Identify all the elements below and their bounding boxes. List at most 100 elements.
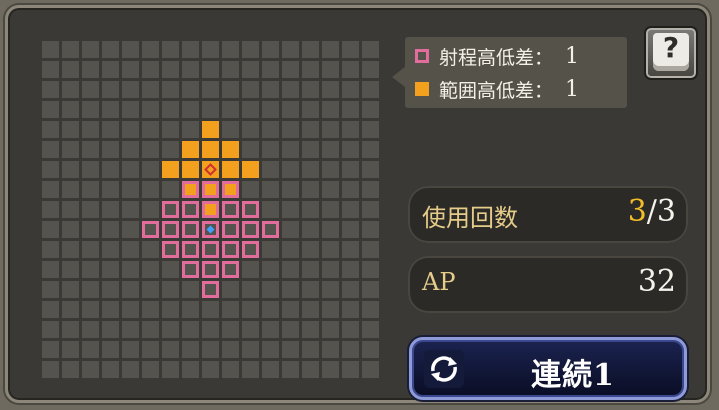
grid-cell bbox=[242, 341, 259, 358]
grid-cell bbox=[282, 121, 299, 138]
grid-cell bbox=[342, 141, 359, 158]
uses-value: 3/3 bbox=[628, 194, 676, 229]
grid-cell bbox=[322, 221, 339, 238]
grid-cell bbox=[82, 41, 99, 58]
grid-cell bbox=[142, 301, 159, 318]
grid-cell bbox=[182, 361, 199, 378]
grid-cell bbox=[202, 41, 219, 58]
grid-cell bbox=[342, 281, 359, 298]
grid-cell bbox=[262, 101, 279, 118]
grid-cell bbox=[242, 181, 259, 198]
grid-cell bbox=[142, 161, 159, 178]
grid-cell bbox=[122, 281, 139, 298]
grid-cell bbox=[82, 221, 99, 238]
grid-cell bbox=[42, 41, 59, 58]
cell-inner bbox=[225, 184, 236, 195]
grid-cell bbox=[82, 101, 99, 118]
grid-cell bbox=[82, 241, 99, 258]
area-cell bbox=[162, 161, 179, 178]
help-button[interactable]: ? bbox=[644, 26, 698, 80]
grid-cell bbox=[102, 101, 119, 118]
cell-inner bbox=[225, 244, 236, 255]
grid-cell bbox=[182, 321, 199, 338]
grid-cell bbox=[42, 61, 59, 78]
grid-cell bbox=[202, 61, 219, 78]
grid-cell bbox=[42, 261, 59, 278]
grid-cell bbox=[122, 81, 139, 98]
grid-cell bbox=[242, 361, 259, 378]
grid-cell bbox=[262, 81, 279, 98]
grid-cell bbox=[82, 261, 99, 278]
cell-inner bbox=[225, 264, 236, 275]
grid-cell bbox=[302, 361, 319, 378]
grid-cell bbox=[322, 101, 339, 118]
grid-cell bbox=[142, 101, 159, 118]
grid-cell bbox=[362, 201, 379, 218]
grid-cell bbox=[102, 281, 119, 298]
grid-cell bbox=[262, 121, 279, 138]
grid-cell bbox=[322, 81, 339, 98]
grid-cell bbox=[182, 41, 199, 58]
grid-cell bbox=[282, 81, 299, 98]
grid-cell bbox=[122, 101, 139, 118]
grid-cell bbox=[122, 321, 139, 338]
range-grid bbox=[42, 41, 379, 378]
grid-cell bbox=[102, 61, 119, 78]
grid-cell bbox=[42, 241, 59, 258]
grid-cell bbox=[162, 361, 179, 378]
range-height-label: 射程高低差： bbox=[439, 46, 554, 69]
grid-cell bbox=[122, 221, 139, 238]
grid-cell bbox=[182, 81, 199, 98]
grid-cell bbox=[62, 281, 79, 298]
grid-cell bbox=[242, 41, 259, 58]
grid-cell bbox=[122, 301, 139, 318]
grid-cell bbox=[282, 361, 299, 378]
grid-cell bbox=[62, 241, 79, 258]
grid-cell bbox=[82, 61, 99, 78]
grid-cell bbox=[282, 341, 299, 358]
grid-cell bbox=[162, 121, 179, 138]
grid-cell bbox=[282, 261, 299, 278]
grid-cell bbox=[362, 321, 379, 338]
range-swatch-icon bbox=[415, 49, 429, 63]
grid-cell bbox=[62, 141, 79, 158]
grid-cell bbox=[182, 341, 199, 358]
skill-info-panel: 射程高低差： 1 範囲高低差： 1 ? 使用回数 3/3 AP 32 連続1 bbox=[5, 5, 710, 403]
area-cell bbox=[222, 141, 239, 158]
grid-cell bbox=[202, 81, 219, 98]
grid-cell bbox=[182, 61, 199, 78]
grid-cell bbox=[242, 101, 259, 118]
grid-cell bbox=[362, 361, 379, 378]
combo-button[interactable]: 連続1 bbox=[409, 337, 687, 400]
grid-cell bbox=[222, 61, 239, 78]
grid-cell bbox=[122, 261, 139, 278]
grid-cell bbox=[282, 201, 299, 218]
grid-cell bbox=[282, 321, 299, 338]
cell-inner bbox=[185, 264, 196, 275]
grid-cell bbox=[242, 81, 259, 98]
grid-cell bbox=[262, 281, 279, 298]
grid-cell bbox=[82, 341, 99, 358]
grid-cell bbox=[122, 241, 139, 258]
grid-cell bbox=[222, 41, 239, 58]
grid-cell bbox=[362, 81, 379, 98]
grid-cell bbox=[42, 121, 59, 138]
grid-cell bbox=[62, 301, 79, 318]
grid-cell bbox=[142, 241, 159, 258]
grid-cell bbox=[162, 81, 179, 98]
grid-cell bbox=[342, 41, 359, 58]
grid-cell bbox=[342, 61, 359, 78]
grid-cell bbox=[82, 281, 99, 298]
grid-cell bbox=[322, 201, 339, 218]
grid-cell bbox=[322, 281, 339, 298]
grid-cell bbox=[362, 141, 379, 158]
cell-inner bbox=[225, 224, 236, 235]
ap-value: 32 bbox=[637, 264, 676, 299]
grid-cell bbox=[302, 241, 319, 258]
grid-cell bbox=[342, 361, 359, 378]
cell-inner bbox=[165, 224, 176, 235]
area-cell bbox=[182, 161, 199, 178]
grid-cell bbox=[342, 241, 359, 258]
grid-cell bbox=[162, 261, 179, 278]
grid-cell bbox=[242, 321, 259, 338]
